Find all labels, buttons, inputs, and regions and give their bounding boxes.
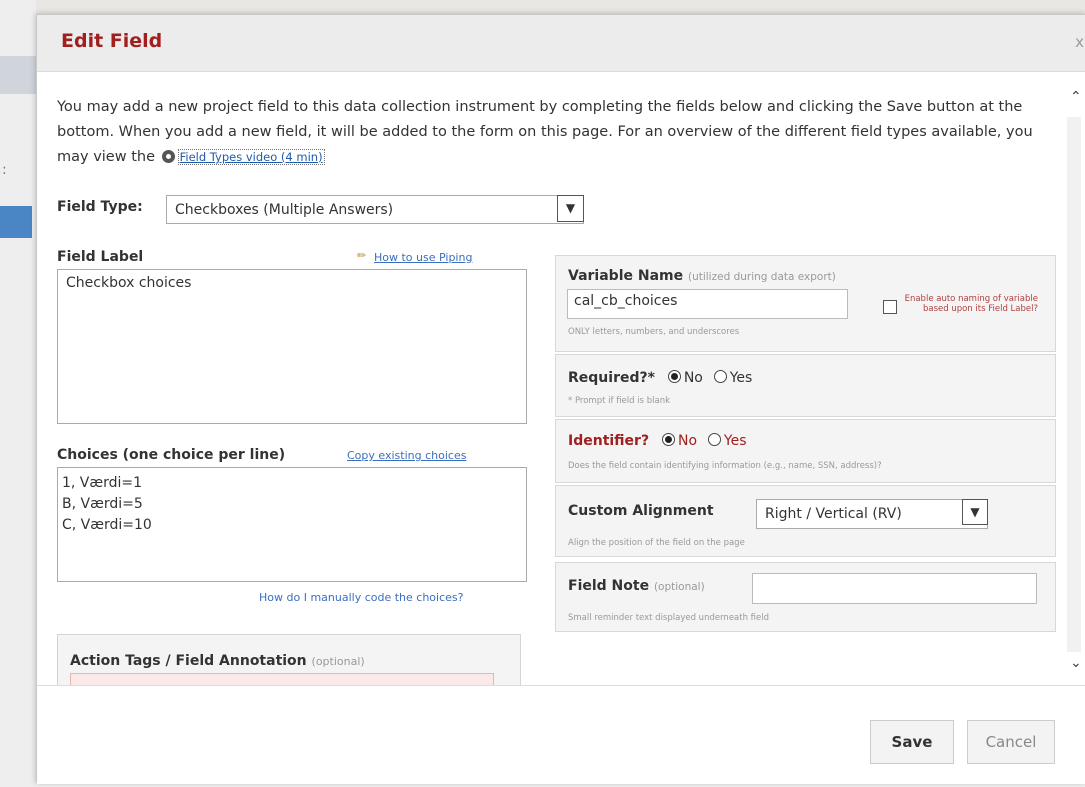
background-page-left [0, 0, 36, 787]
required-hint: * Prompt if field is blank [568, 396, 671, 406]
save-button[interactable]: Save [870, 720, 954, 764]
background-button [0, 206, 32, 238]
choice-line: B, Værdi=5 [62, 496, 143, 512]
required-label: Required?* [568, 370, 655, 386]
field-types-video-link[interactable]: Field Types video (4 min) [177, 149, 325, 165]
required-no-label: No [683, 370, 703, 386]
required-yes-label: Yes [729, 370, 753, 386]
piping-help-link[interactable]: How to use Piping [374, 251, 472, 264]
identifier-hint: Does the field contain identifying infor… [568, 461, 882, 471]
variable-name-panel: Variable Name (utilized during data expo… [555, 255, 1056, 352]
required-row: Required?* No Yes [568, 370, 752, 386]
field-note-hint: Small reminder text displayed underneath… [568, 613, 770, 623]
field-note-panel: Field Note (optional) Small reminder tex… [555, 562, 1056, 632]
required-panel: Required?* No Yes * Prompt if field is b… [555, 354, 1056, 417]
chevron-down-icon[interactable]: ▼ [962, 499, 988, 525]
field-note-heading: Field Note (optional) [568, 578, 705, 594]
choice-line: 1, Værdi=1 [62, 475, 143, 491]
close-icon[interactable]: x [1075, 33, 1084, 51]
manual-code-choices-link[interactable]: How do I manually code the choices? [259, 591, 463, 604]
identifier-no-label: No [677, 433, 698, 449]
scroll-up-icon[interactable]: ⌃ [1070, 89, 1082, 105]
chevron-down-icon[interactable]: ▼ [557, 195, 584, 222]
dialog-header: Edit Field x [37, 15, 1085, 72]
field-note-input[interactable] [752, 573, 1037, 604]
identifier-yes-label: Yes [723, 433, 747, 449]
alignment-panel: Custom Alignment Right / Vertical (RV) ▼… [555, 485, 1056, 557]
cancel-button[interactable]: Cancel [967, 720, 1055, 764]
variable-name-heading: Variable Name (utilized during data expo… [568, 268, 836, 284]
field-type-select[interactable]: Checkboxes (Multiple Answers) [166, 195, 584, 224]
variable-name-label: Variable Name [568, 268, 684, 284]
dialog-title: Edit Field [61, 30, 163, 52]
required-yes-radio[interactable] [713, 370, 727, 383]
variable-name-input[interactable]: cal_cb_choices [567, 289, 848, 319]
dialog-footer: Save Cancel [37, 685, 1085, 784]
identifier-row: Identifier? No Yes [568, 433, 747, 449]
background-page-top [0, 0, 1085, 14]
copy-choices-link[interactable]: Copy existing choices [347, 449, 466, 462]
identifier-yes-radio[interactable] [707, 433, 721, 446]
pencil-icon: ✏ [357, 249, 367, 262]
identifier-label: Identifier? [568, 433, 650, 449]
dialog-scrollbar[interactable] [1067, 117, 1081, 652]
scroll-down-icon[interactable]: ⌄ [1070, 655, 1082, 671]
alignment-hint: Align the position of the field on the p… [568, 538, 745, 548]
background-nav-band [0, 56, 36, 94]
required-no-radio[interactable] [667, 370, 681, 383]
field-note-label: Field Note [568, 578, 650, 594]
edit-field-dialog: Edit Field x You may add a new project f… [36, 14, 1085, 784]
field-label-heading: Field Label [57, 249, 144, 265]
field-note-optional: (optional) [653, 581, 705, 593]
action-tags-label: Action Tags / Field Annotation [70, 653, 307, 669]
intro-text: You may add a new project field to this … [57, 95, 1057, 170]
auto-naming-label: Enable auto naming of variable based upo… [904, 294, 1038, 314]
optional-label: (optional) [311, 655, 365, 668]
choices-heading: Choices (one choice per line) [57, 447, 286, 463]
film-reel-icon [161, 150, 175, 163]
choices-textarea[interactable]: 1, Værdi=1 B, Værdi=5 C, Værdi=10 [57, 467, 527, 582]
identifier-no-radio[interactable] [661, 433, 675, 446]
choice-line: C, Værdi=10 [62, 517, 152, 533]
alignment-label: Custom Alignment [568, 503, 714, 519]
variable-name-sub: (utilized during data export) [687, 271, 836, 283]
background-mark: : [2, 162, 7, 178]
field-type-label: Field Type: [57, 199, 143, 215]
action-tags-heading: Action Tags / Field Annotation (optional… [70, 653, 365, 669]
variable-name-hint: ONLY letters, numbers, and underscores [568, 327, 740, 337]
field-label-textarea[interactable]: Checkbox choices [57, 269, 527, 424]
alignment-select[interactable]: Right / Vertical (RV) [756, 499, 988, 529]
identifier-panel: Identifier? No Yes Does the field contai… [555, 419, 1056, 483]
